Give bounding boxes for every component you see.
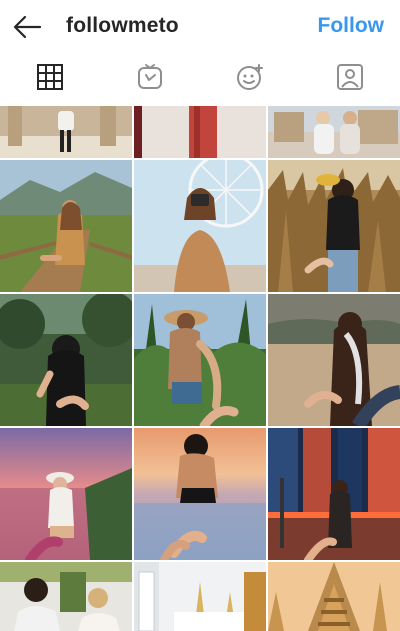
post-grid (0, 106, 400, 631)
grid-post-7[interactable] (0, 294, 132, 426)
grid-post-14[interactable] (134, 562, 266, 631)
tab-featured[interactable] (233, 62, 267, 96)
grid-post-15[interactable] (268, 562, 400, 631)
grid-post-1[interactable] (0, 106, 132, 158)
back-arrow-icon[interactable] (12, 14, 42, 40)
tab-grid[interactable] (33, 62, 67, 96)
grid-post-5[interactable] (134, 160, 266, 292)
grid-post-12[interactable] (268, 428, 400, 560)
profile-header: followmeto Follow (0, 0, 400, 52)
grid-post-2[interactable] (134, 106, 266, 158)
grid-post-4[interactable] (0, 160, 132, 292)
grid-post-13[interactable] (0, 562, 132, 631)
grid-post-10[interactable] (0, 428, 132, 560)
tab-tagged[interactable] (333, 62, 367, 96)
grid-post-9[interactable] (268, 294, 400, 426)
grid-icon (36, 63, 64, 96)
grid-post-3[interactable] (268, 106, 400, 158)
profile-username: followmeto (66, 14, 179, 37)
grid-post-8[interactable] (134, 294, 266, 426)
tagged-person-icon (336, 63, 364, 96)
igtv-icon (136, 63, 164, 96)
grid-post-11[interactable] (134, 428, 266, 560)
tab-igtv[interactable] (133, 62, 167, 96)
follow-button[interactable]: Follow (318, 14, 385, 38)
profile-tabs (0, 52, 400, 106)
grid-post-6[interactable] (268, 160, 400, 292)
smiley-sparkle-icon (236, 63, 264, 96)
